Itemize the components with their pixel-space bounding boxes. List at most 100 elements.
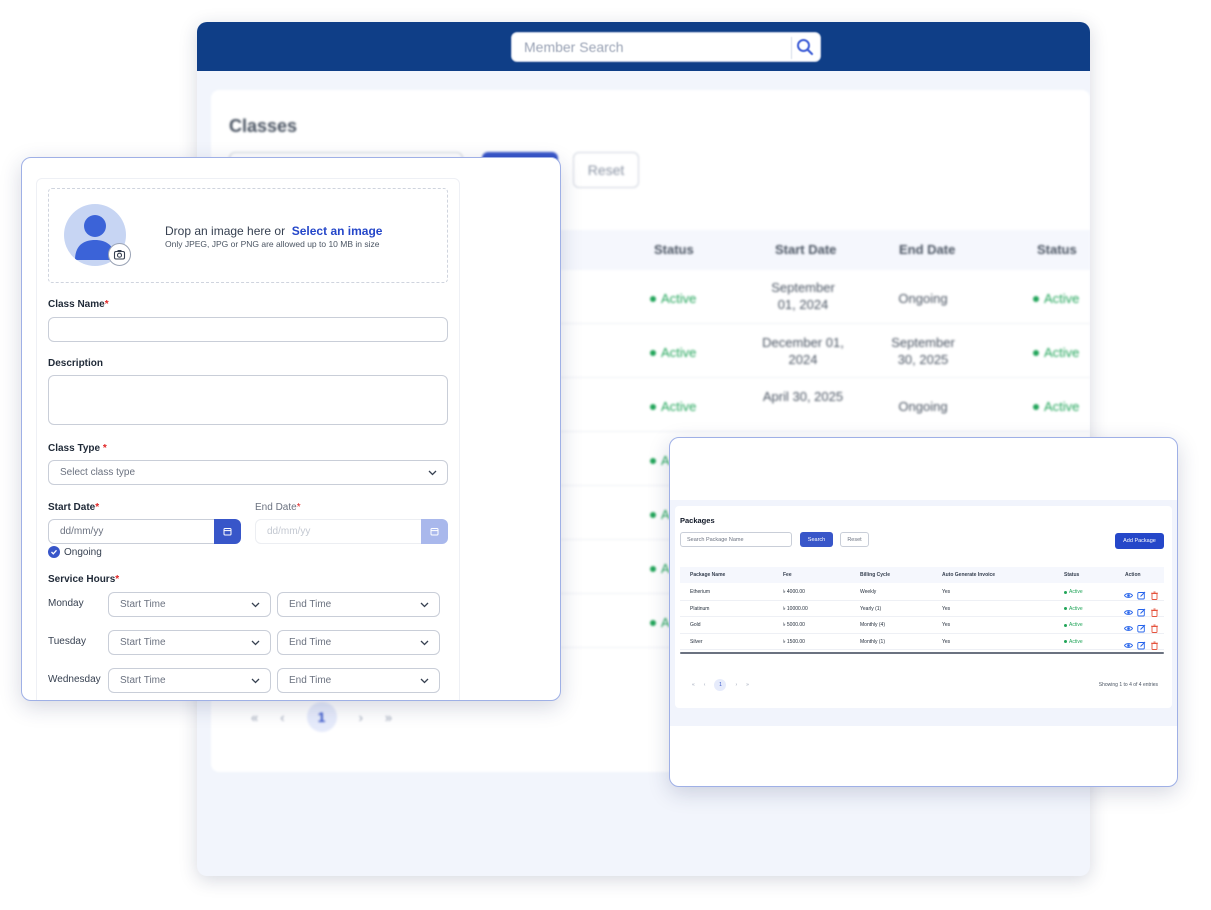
start-date-calendar-button[interactable] — [214, 519, 241, 544]
column-header-status: Status — [1064, 572, 1080, 578]
billing-cycle-cell: Yearly (1) — [860, 605, 882, 612]
end-date-input: dd/mm/yy — [255, 519, 425, 544]
image-drop-zone[interactable]: Drop an image here or Select an image On… — [48, 188, 448, 283]
member-search-placeholder: Member Search — [524, 39, 624, 55]
first-page-button[interactable]: « — [251, 710, 258, 725]
table-header: Package Name Fee Billing Cycle Auto Gene… — [680, 567, 1164, 583]
next-page-button[interactable]: › — [735, 682, 737, 688]
day-label-wednesday: Wednesday — [48, 674, 101, 685]
calendar-icon — [223, 523, 232, 541]
monday-start-time-select[interactable]: Start Time — [108, 592, 271, 617]
description-label: Description — [48, 358, 104, 369]
camera-icon[interactable] — [108, 243, 131, 266]
column-header-billing-cycle: Billing Cycle — [860, 572, 891, 578]
column-header-status-2: Status — [1037, 242, 1077, 257]
table-row[interactable]: Etherium ৳ 4000.00 Weekly Yes Active — [680, 584, 1164, 601]
chevron-down-icon — [420, 601, 429, 612]
auto-invoice-cell: Yes — [942, 605, 951, 612]
search-icon[interactable] — [796, 38, 814, 59]
class-name-input[interactable] — [48, 317, 448, 342]
auto-invoice-cell: Yes — [942, 638, 951, 645]
service-hours-label: Service Hours* — [48, 574, 120, 585]
status-badge: A — [650, 506, 670, 523]
drop-instruction: Drop an image here or Select an image — [165, 224, 383, 238]
status-badge: Active — [1064, 606, 1083, 612]
ongoing-label: Ongoing — [64, 546, 102, 558]
class-name-label: Class Name* — [48, 299, 109, 310]
entries-summary: Showing 1 to 4 of 4 entries — [1098, 682, 1158, 688]
ongoing-checkbox[interactable]: Ongoing — [48, 546, 102, 558]
start-date-cell: April 30, 2025 — [762, 389, 844, 404]
tuesday-end-time-select[interactable]: End Time — [277, 630, 440, 655]
start-date-input[interactable]: dd/mm/yy — [48, 519, 218, 544]
first-page-button[interactable]: « — [692, 682, 695, 688]
end-date-cell: Ongoing — [898, 399, 948, 414]
column-header-action: Action — [1125, 572, 1141, 578]
status-badge: Active — [650, 398, 696, 415]
member-search-input[interactable]: Member Search — [511, 32, 821, 62]
fee-cell: ৳ 10000.00 — [783, 605, 808, 612]
column-header-end-date: End Date — [899, 242, 956, 257]
packages-window: Packages Search Package Name Search Rese… — [669, 437, 1178, 787]
wednesday-end-time-select[interactable]: End Time — [277, 668, 440, 693]
calendar-icon — [430, 523, 439, 541]
status-badge: A — [650, 560, 670, 577]
prev-page-button[interactable]: ‹ — [280, 710, 284, 725]
package-search-input[interactable]: Search Package Name — [680, 532, 792, 547]
wednesday-start-time-select[interactable]: Start Time — [108, 668, 271, 693]
column-header-auto-invoice: Auto Generate Invoice — [942, 572, 996, 578]
package-name-cell: Etherium — [690, 589, 711, 595]
status-badge: A — [650, 614, 670, 631]
start-date-cell: December 01, 2024 — [762, 335, 844, 367]
auto-invoice-cell: Yes — [942, 589, 951, 595]
package-name-cell: Gold — [690, 622, 701, 629]
start-date-label: Start Date* — [48, 502, 100, 513]
table-row[interactable]: Platinum ৳ 10000.00 Yearly (1) Yes Activ… — [680, 601, 1164, 618]
chevron-down-icon — [420, 677, 429, 688]
prev-page-button[interactable]: ‹ — [704, 682, 706, 688]
monday-end-time-select[interactable]: End Time — [277, 592, 440, 617]
current-page-button[interactable]: 1 — [714, 679, 727, 691]
pagination: « ‹ 1 › » — [692, 679, 749, 691]
billing-cycle-cell: Monthly (1) — [860, 638, 886, 645]
tuesday-start-time-select[interactable]: Start Time — [108, 630, 271, 655]
current-page-button[interactable]: 1 — [306, 702, 337, 732]
search-button[interactable]: Search — [800, 532, 833, 547]
pagination: « ‹ 1 › » — [251, 702, 392, 732]
status-badge: Active — [1033, 398, 1079, 415]
status-badge: Active — [650, 344, 696, 361]
chevron-down-icon — [251, 639, 260, 650]
chevron-down-icon — [251, 677, 260, 688]
next-page-button[interactable]: › — [359, 710, 363, 725]
billing-cycle-cell: Monthly (4) — [860, 622, 886, 629]
description-textarea[interactable] — [48, 375, 448, 425]
chevron-down-icon — [251, 601, 260, 612]
search-divider — [791, 37, 792, 59]
end-date-cell: Ongoing — [898, 291, 948, 306]
class-form-window: Drop an image here or Select an image On… — [21, 157, 561, 701]
reset-button[interactable]: Reset — [840, 532, 869, 547]
fee-cell: ৳ 4000.00 — [783, 589, 805, 595]
chevron-down-icon — [428, 469, 437, 480]
checkmark-icon — [48, 546, 60, 558]
horizontal-scrollbar[interactable] — [680, 652, 1164, 654]
billing-cycle-cell: Weekly — [860, 589, 877, 595]
status-badge: A — [650, 452, 670, 469]
status-badge: Active — [1064, 589, 1083, 595]
class-type-select[interactable]: Select class type — [48, 460, 448, 485]
last-page-button[interactable]: » — [385, 710, 392, 725]
table-row[interactable]: Gold ৳ 5000.00 Monthly (4) Yes Active — [680, 617, 1164, 634]
select-image-link[interactable]: Select an image — [292, 224, 383, 238]
packages-card: Packages Search Package Name Search Rese… — [675, 506, 1172, 708]
class-type-label: Class Type * — [48, 443, 107, 454]
add-package-button[interactable]: Add Package — [1115, 533, 1164, 549]
last-page-button[interactable]: » — [746, 682, 749, 688]
column-header-package-name: Package Name — [690, 572, 726, 578]
file-requirements: Only JPEG, JPG or PNG are allowed up to … — [165, 239, 380, 249]
status-badge: Active — [1064, 639, 1083, 645]
status-badge: Active — [1064, 622, 1083, 628]
table-row[interactable]: Silver ৳ 1500.00 Monthly (1) Yes Active — [680, 634, 1164, 651]
reset-button[interactable]: Reset — [573, 152, 639, 188]
day-label-tuesday: Tuesday — [48, 636, 86, 647]
end-date-label: End Date* — [255, 502, 301, 513]
